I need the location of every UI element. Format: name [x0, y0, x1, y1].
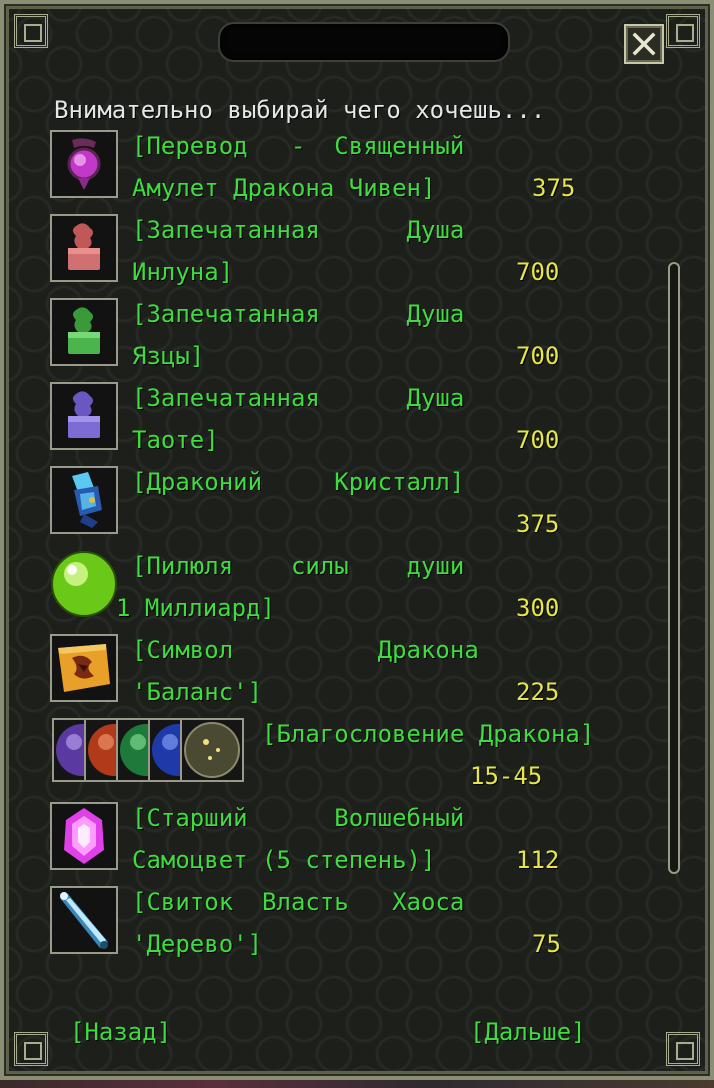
item-name[interactable]: Язцы]	[132, 342, 204, 370]
list-item[interactable]: [Запечатанная Душа Таоте] 700	[50, 382, 620, 466]
item-name[interactable]: [Свиток Власть Хаоса	[132, 888, 464, 916]
back-button[interactable]: [Назад]	[70, 1018, 171, 1046]
list-item[interactable]: [Запечатанная Душа Язцы] 700	[50, 298, 620, 382]
purple-seal-icon	[50, 382, 118, 450]
item-name[interactable]: 'Баланс']	[132, 678, 262, 706]
next-button[interactable]: [Дальше]	[470, 1018, 586, 1046]
orb-icon	[180, 718, 244, 782]
item-name[interactable]: [Благословение Дракона]	[262, 720, 594, 748]
list-item[interactable]: [Старший Волшебный Самоцвет (5 степень)]…	[50, 802, 620, 886]
list-item[interactable]: [Благословение Дракона] 15-45	[50, 718, 620, 802]
corner-ornament	[666, 1032, 700, 1066]
close-icon	[632, 32, 656, 56]
close-button[interactable]	[624, 24, 664, 64]
crystal-icon	[50, 466, 118, 534]
item-price: 300	[516, 594, 560, 622]
item-price: 112	[516, 846, 560, 874]
item-name[interactable]: [Перевод - Священный	[132, 132, 464, 160]
item-price: 375	[532, 174, 576, 202]
corner-ornament	[14, 14, 48, 48]
item-name[interactable]: [Символ Дракона	[132, 636, 479, 664]
corner-ornament	[14, 1032, 48, 1066]
item-price: 700	[516, 342, 560, 370]
list-item[interactable]: [Символ Дракона 'Баланс'] 225	[50, 634, 620, 718]
background-strip	[0, 1080, 714, 1088]
dialog-prompt: Внимательно выбирай чего хочешь...	[54, 96, 546, 124]
scroll-symbol-icon	[50, 634, 118, 702]
pill-icon	[50, 550, 118, 618]
item-name[interactable]: [Драконий Кристалл]	[132, 468, 464, 496]
item-price: 700	[516, 426, 560, 454]
item-name[interactable]: 1 Миллиард]	[116, 594, 275, 622]
list-item[interactable]: [Свиток Власть Хаоса 'Дерево'] 75	[50, 886, 620, 970]
amulet-icon	[50, 130, 118, 198]
item-name[interactable]: Инлуна]	[132, 258, 233, 286]
gem-icon	[50, 802, 118, 870]
item-name[interactable]: [Запечатанная Душа	[132, 300, 464, 328]
dialog-window: Внимательно выбирай чего хочешь... [Пере…	[0, 0, 714, 1080]
green-seal-icon	[50, 298, 118, 366]
corner-ornament	[666, 14, 700, 48]
list-item[interactable]: [Запечатанная Душа Инлуна] 700	[50, 214, 620, 298]
item-price: 225	[516, 678, 560, 706]
chaos-scroll-icon	[50, 886, 118, 954]
item-price: 700	[516, 258, 560, 286]
item-price: 75	[532, 930, 561, 958]
item-price: 15-45	[470, 762, 543, 790]
red-seal-icon	[50, 214, 118, 282]
list-item[interactable]: [Драконий Кристалл] 375	[50, 466, 620, 550]
item-name[interactable]: Амулет Дракона Чивен]	[132, 174, 435, 202]
item-name[interactable]: [Запечатанная Душа	[132, 384, 464, 412]
item-name[interactable]: 'Дерево']	[132, 930, 262, 958]
title-bar[interactable]	[218, 22, 510, 62]
list-item[interactable]: [Перевод - Священный Амулет Дракона Чиве…	[50, 130, 620, 214]
item-name[interactable]: Таоте]	[132, 426, 219, 454]
item-name[interactable]: Самоцвет (5 степень)]	[132, 846, 435, 874]
item-name[interactable]: [Пилюля силы души	[132, 552, 464, 580]
item-name[interactable]: [Запечатанная Душа	[132, 216, 464, 244]
dragon-orbs-icon	[50, 718, 250, 786]
scrollbar[interactable]	[668, 262, 680, 874]
item-price: 375	[516, 510, 560, 538]
list-item[interactable]: [Пилюля силы души 1 Миллиард] 300	[50, 550, 620, 634]
item-name[interactable]: [Старший Волшебный	[132, 804, 464, 832]
